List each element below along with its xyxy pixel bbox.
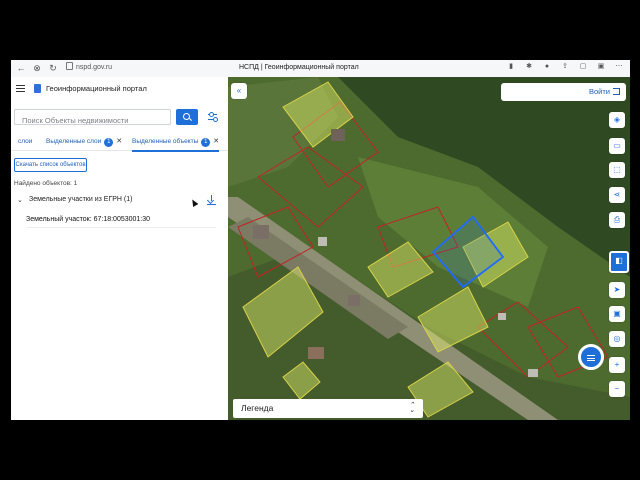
reload-icon[interactable]: ↻ xyxy=(47,62,59,74)
profile-icon[interactable]: ● xyxy=(542,62,552,72)
tab-label: слои xyxy=(18,138,33,145)
building xyxy=(318,237,327,246)
login-icon xyxy=(613,88,620,95)
close-icon[interactable]: ✕ xyxy=(116,138,122,145)
tab-layers[interactable]: слои xyxy=(18,134,32,150)
pin-icon: ◎ xyxy=(613,334,621,343)
basemap-button[interactable]: ◧ xyxy=(609,251,629,273)
browser-toolbar: ← ⊗ ↻ nspd.gov.ru НСПД | Геоинформационн… xyxy=(11,60,630,78)
zoom-in-button[interactable]: + xyxy=(609,357,625,373)
search-icon xyxy=(183,113,190,120)
chat-button[interactable] xyxy=(578,344,604,370)
page-title: НСПД | Геоинформационный портал xyxy=(239,64,359,71)
tab-label: Выделенные слои xyxy=(46,138,102,145)
print-icon: ⎙ xyxy=(613,215,621,224)
list-item[interactable]: Земельный участок: 67:18:0053001:30 xyxy=(26,213,216,228)
share-icon: ⋖ xyxy=(613,190,621,199)
search-map-button[interactable]: ◎ xyxy=(609,331,625,347)
lock-icon xyxy=(66,62,73,70)
login-label: Войти xyxy=(589,87,610,96)
app-title: Геоинформационный портал xyxy=(46,84,147,93)
satellite-map[interactable] xyxy=(228,77,630,420)
navigation-arrow-icon: ➤ xyxy=(613,285,621,294)
locate-button[interactable]: ➤ xyxy=(609,282,625,298)
legend-panel[interactable]: Легенда ⌃ ⌄ xyxy=(233,399,423,418)
tab-selected-objects[interactable]: Выделенные объекты 1 ✕ xyxy=(132,134,220,152)
panel-header: Геоинформационный портал xyxy=(11,77,228,101)
building xyxy=(253,225,269,239)
browser-window: ← ⊗ ↻ nspd.gov.ru НСПД | Геоинформационн… xyxy=(11,60,630,420)
extension-icon[interactable]: ✱ xyxy=(524,62,534,72)
menu-icon[interactable] xyxy=(16,85,25,92)
window-icon[interactable]: ▣ xyxy=(596,62,606,72)
zoom-out-button[interactable]: − xyxy=(609,381,625,397)
address-bar[interactable]: nspd.gov.ru xyxy=(66,62,196,74)
basemap-icon: ◧ xyxy=(615,256,623,265)
map-view[interactable]: « Войти ◈ ▭ ⬚ ⋖ ⎙ ◧ ➤ ▣ ◎ + − Легенда ⌃ ⌄ xyxy=(228,77,630,420)
search-button[interactable] xyxy=(176,109,198,125)
bookmark-icon[interactable]: ▮ xyxy=(506,62,516,72)
select-icon: ⬚ xyxy=(613,165,621,174)
ruler-icon: ▭ xyxy=(613,141,621,150)
print-button[interactable]: ⎙ xyxy=(609,212,625,228)
group-label: Земельные участки из ЕГРН (1) xyxy=(29,196,133,203)
share-button[interactable]: ⋖ xyxy=(609,187,625,203)
tab-selected-layers[interactable]: Выделенные слои 1 ✕ xyxy=(46,134,122,150)
tabs-icon[interactable]: ▢ xyxy=(578,62,588,72)
export-icon[interactable] xyxy=(206,195,216,206)
tab-bar: слои Выделенные слои 1 ✕ Выделенные объект… xyxy=(11,134,228,152)
found-count: Найдено объектов: 1 xyxy=(14,180,78,187)
building xyxy=(348,295,360,306)
tab-count-badge: 1 xyxy=(104,138,114,147)
minimap-icon: ▣ xyxy=(613,309,621,318)
chevron-down-icon[interactable]: ⌄ xyxy=(17,196,23,204)
sort-icon: ⌃ ⌄ xyxy=(409,402,415,414)
filter-button[interactable] xyxy=(205,109,221,125)
share-icon[interactable]: ⇪ xyxy=(560,62,570,72)
back-icon[interactable]: ← xyxy=(15,62,27,74)
legend-label: Легенда xyxy=(241,403,274,413)
layers-icon: ◈ xyxy=(613,115,621,124)
search-input[interactable] xyxy=(15,113,162,128)
search-field[interactable] xyxy=(14,109,171,128)
plus-icon: + xyxy=(614,360,620,369)
layers-button[interactable]: ◈ xyxy=(609,112,625,128)
forward-icon[interactable]: ⊗ xyxy=(31,62,43,74)
url-text: nspd.gov.ru xyxy=(76,64,113,71)
building xyxy=(308,347,324,359)
tab-count-badge: 1 xyxy=(201,138,211,147)
portal-logo-icon xyxy=(34,84,41,93)
collapse-panel-button[interactable]: « xyxy=(231,83,247,99)
minus-icon: − xyxy=(614,384,620,393)
building xyxy=(498,313,506,320)
left-panel: Геоинформационный портал слои Выделенные… xyxy=(11,77,228,420)
building xyxy=(331,129,345,141)
ruler-button[interactable]: ▭ xyxy=(609,138,625,154)
login-button[interactable]: Войти xyxy=(501,83,626,101)
select-button[interactable]: ⬚ xyxy=(609,162,625,178)
building xyxy=(528,369,538,377)
more-icon[interactable]: ⋯ xyxy=(614,62,624,72)
tab-label: Выделенные объекты xyxy=(132,138,199,145)
browser-icons: ▮ ✱ ● ⇪ ▢ ▣ ⋯ xyxy=(498,62,624,74)
close-icon[interactable]: ✕ xyxy=(213,138,219,145)
minimap-button[interactable]: ▣ xyxy=(609,306,625,322)
download-list-button[interactable]: Скачать список объектов xyxy=(14,158,87,172)
